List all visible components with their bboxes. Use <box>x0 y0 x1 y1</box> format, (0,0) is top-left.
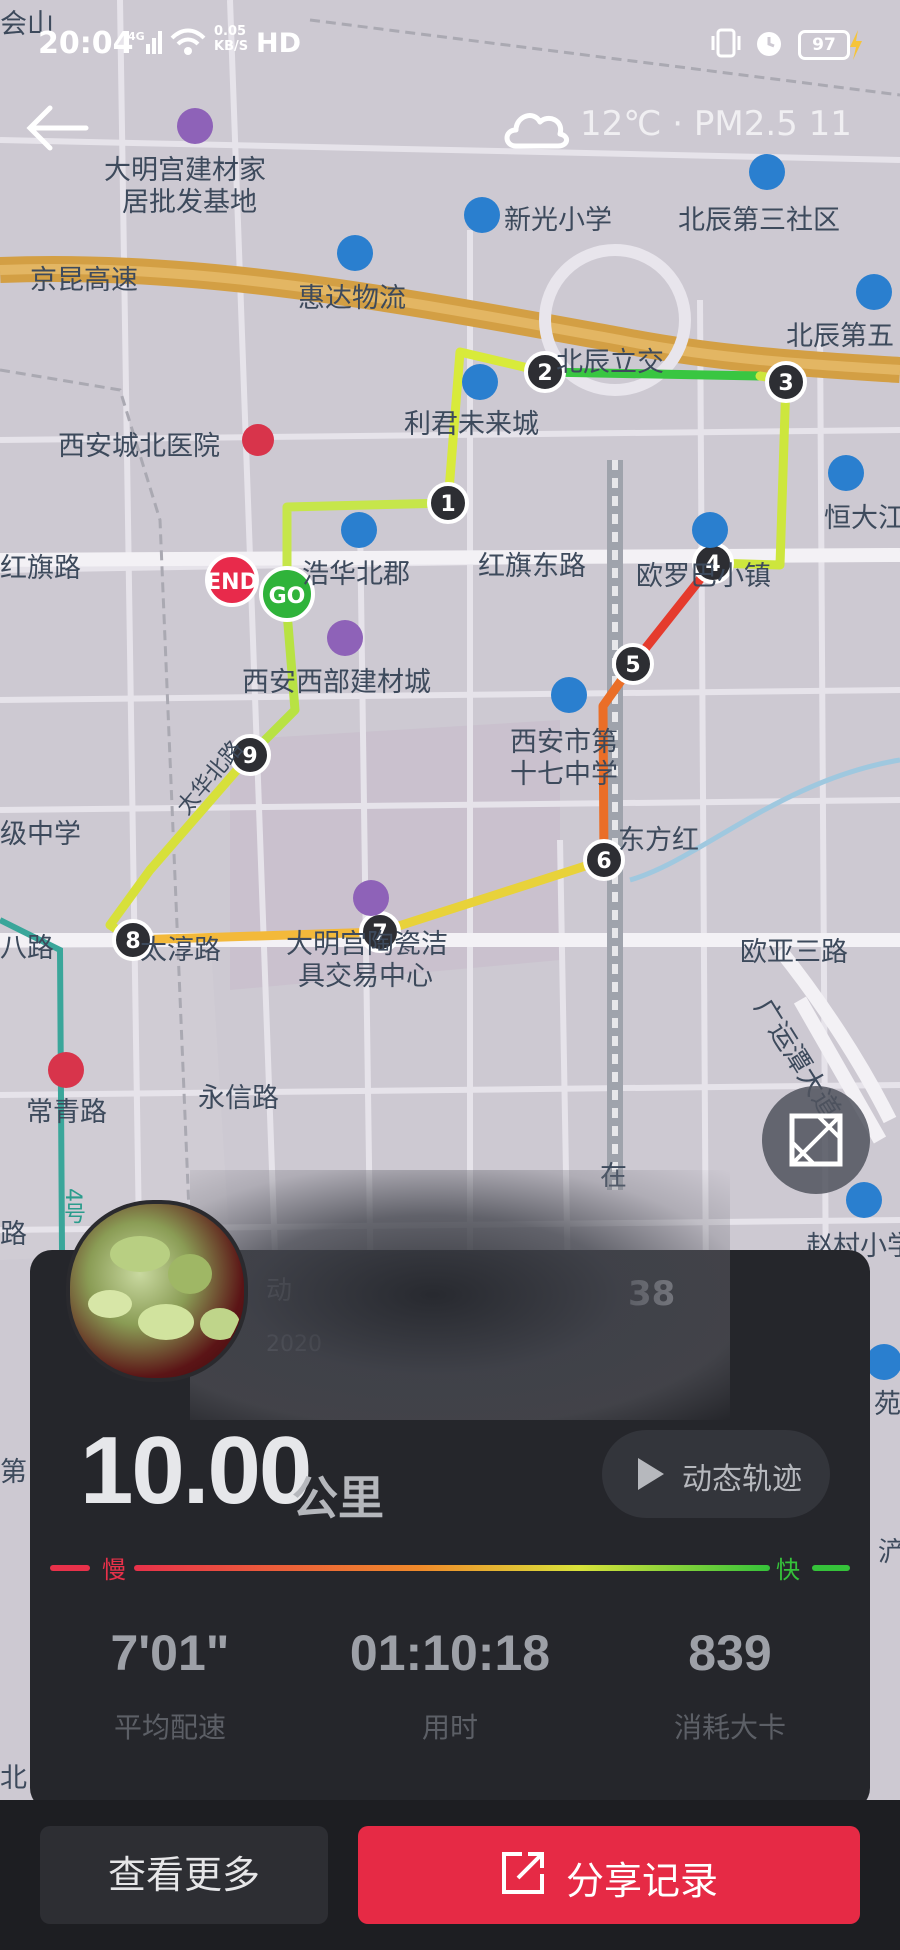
svg-text:GO: GO <box>269 584 306 609</box>
stat-pace: 7'01" 平均配速 <box>50 1624 290 1746</box>
status-bar: 20:04 4G 0.05 KB/S HD 97 <box>0 0 900 90</box>
map-label-school-17b: 十七中学 <box>510 759 618 790</box>
stat-calories-label: 消耗大卡 <box>673 1711 786 1744</box>
map-label-beichen-interchange: 北辰立交 <box>556 347 664 378</box>
map-label-hengda: 恒大江湾 <box>824 503 900 534</box>
vibrate-icon <box>711 28 741 58</box>
expand-map-button[interactable] <box>762 1086 870 1194</box>
stat-duration-label: 用时 <box>421 1711 478 1744</box>
route-marker: 3 <box>765 361 807 403</box>
map-label-xian-north-hospital: 西安城北医院 <box>58 431 220 462</box>
distance-value: 10.00 <box>80 1417 312 1524</box>
route-marker-label: 8 <box>125 929 140 954</box>
map-label-huida: 惠达物流 <box>298 283 406 314</box>
speed-value: 0.05 <box>214 24 247 39</box>
map-label-diyi: 第 <box>0 1457 27 1488</box>
stat-duration-value: 01:10:18 <box>349 1625 551 1681</box>
stat-calories-value: 839 <box>688 1625 772 1681</box>
avatar-image <box>88 1236 240 1340</box>
route-marker-label: 1 <box>440 492 455 517</box>
end-marker: END <box>205 553 259 607</box>
alarm-icon <box>757 32 781 56</box>
map-label-daminggong-building-2: 居批发基地 <box>122 187 257 218</box>
bottom-action-bar: 查看更多 分享记录 <box>0 1800 900 1950</box>
signal-icon: 4G <box>128 30 162 54</box>
map-label-dongfanghong: 东方红 <box>618 825 699 856</box>
status-time: 20:04 <box>38 26 134 61</box>
share-record-label: 分享记录 <box>566 1859 719 1903</box>
back-button[interactable] <box>22 98 92 158</box>
svg-text:4G: 4G <box>128 30 145 43</box>
map-label-changqing: 常青路 <box>26 1097 107 1128</box>
redacted-area <box>190 1170 730 1420</box>
back-arrow-icon <box>26 105 89 151</box>
speed-gradient-bar <box>50 1565 850 1571</box>
route-marker-label: 2 <box>537 361 552 386</box>
view-more-button[interactable]: 查看更多 <box>40 1826 328 1924</box>
map-label-beichen3: 北辰第三社区 <box>678 205 840 236</box>
map-label-west-building: 西安西部建材城 <box>242 667 431 698</box>
legend-slow: 慢 <box>102 1556 126 1584</box>
map-label-road-lu: 路 <box>0 1219 27 1250</box>
map-label-jingkun: 京昆高速 <box>30 265 138 296</box>
share-record-button[interactable]: 分享记录 <box>358 1826 860 1924</box>
map-label-middle-school: 级中学 <box>0 819 81 850</box>
map-label-chan: 浐 <box>878 1537 900 1568</box>
route-marker-label: 6 <box>596 849 611 874</box>
cloud-icon <box>504 113 569 149</box>
legend-fast: 快 <box>776 1556 800 1584</box>
map-label-xinguang: 新光小学 <box>504 205 612 236</box>
map-label-lijun: 利君未来城 <box>404 409 539 440</box>
map-label-ouluo: 欧罗巴小镇 <box>636 561 771 592</box>
svg-text:END: END <box>206 570 258 595</box>
map-label-road-chun: 太淳路 <box>140 935 221 966</box>
route-marker: 1 <box>427 482 469 524</box>
battery-indicator: 97 <box>798 30 850 60</box>
replay-track-label: 动态轨迹 <box>682 1462 802 1497</box>
map-label-beichen5: 北辰第五 <box>786 321 894 352</box>
map-label-line4: 4号 <box>60 1188 85 1224</box>
stat-pace-value: 7'01" <box>110 1625 230 1681</box>
avatar[interactable] <box>66 1200 248 1382</box>
fullscreen-icon <box>789 1113 843 1167</box>
map-label-ouya: 欧亚三路 <box>740 937 848 968</box>
map-label-hongqi-road: 红旗路 <box>0 553 81 584</box>
route-marker-label: 3 <box>778 371 793 396</box>
share-icon <box>502 1852 544 1894</box>
route-marker-label: 5 <box>625 653 640 678</box>
wifi-icon <box>170 28 206 55</box>
stat-duration: 01:10:18 用时 <box>330 1624 570 1746</box>
hd-indicator: HD <box>256 28 302 59</box>
speed-unit: KB/S <box>214 39 249 54</box>
map-label-road-ba: 八路 <box>0 933 54 964</box>
distance-unit: 公里 <box>292 1471 384 1525</box>
map-label-daming-clean-b: 具交易中心 <box>298 961 433 992</box>
map-label-yongxin: 永信路 <box>198 1083 279 1114</box>
map-label-hongqi-east: 红旗东路 <box>478 551 586 582</box>
stat-pace-label: 平均配速 <box>113 1711 226 1744</box>
replay-track-button[interactable]: 动态轨迹 <box>602 1430 830 1518</box>
route-marker: 5 <box>612 643 654 685</box>
speed-legend: 慢 快 <box>50 1556 850 1586</box>
stat-calories: 839 消耗大卡 <box>610 1624 850 1746</box>
weather-text: 12℃ · PM2.5 11 <box>580 104 852 144</box>
map-label-haohua: 浩华北郡 <box>302 559 410 590</box>
map-label-bei: 北 <box>0 1763 27 1794</box>
charging-icon <box>850 30 862 60</box>
network-speed: 0.05 KB/S <box>214 24 248 54</box>
map-label-yuan: 苑 <box>874 1389 900 1420</box>
play-icon <box>638 1458 664 1490</box>
